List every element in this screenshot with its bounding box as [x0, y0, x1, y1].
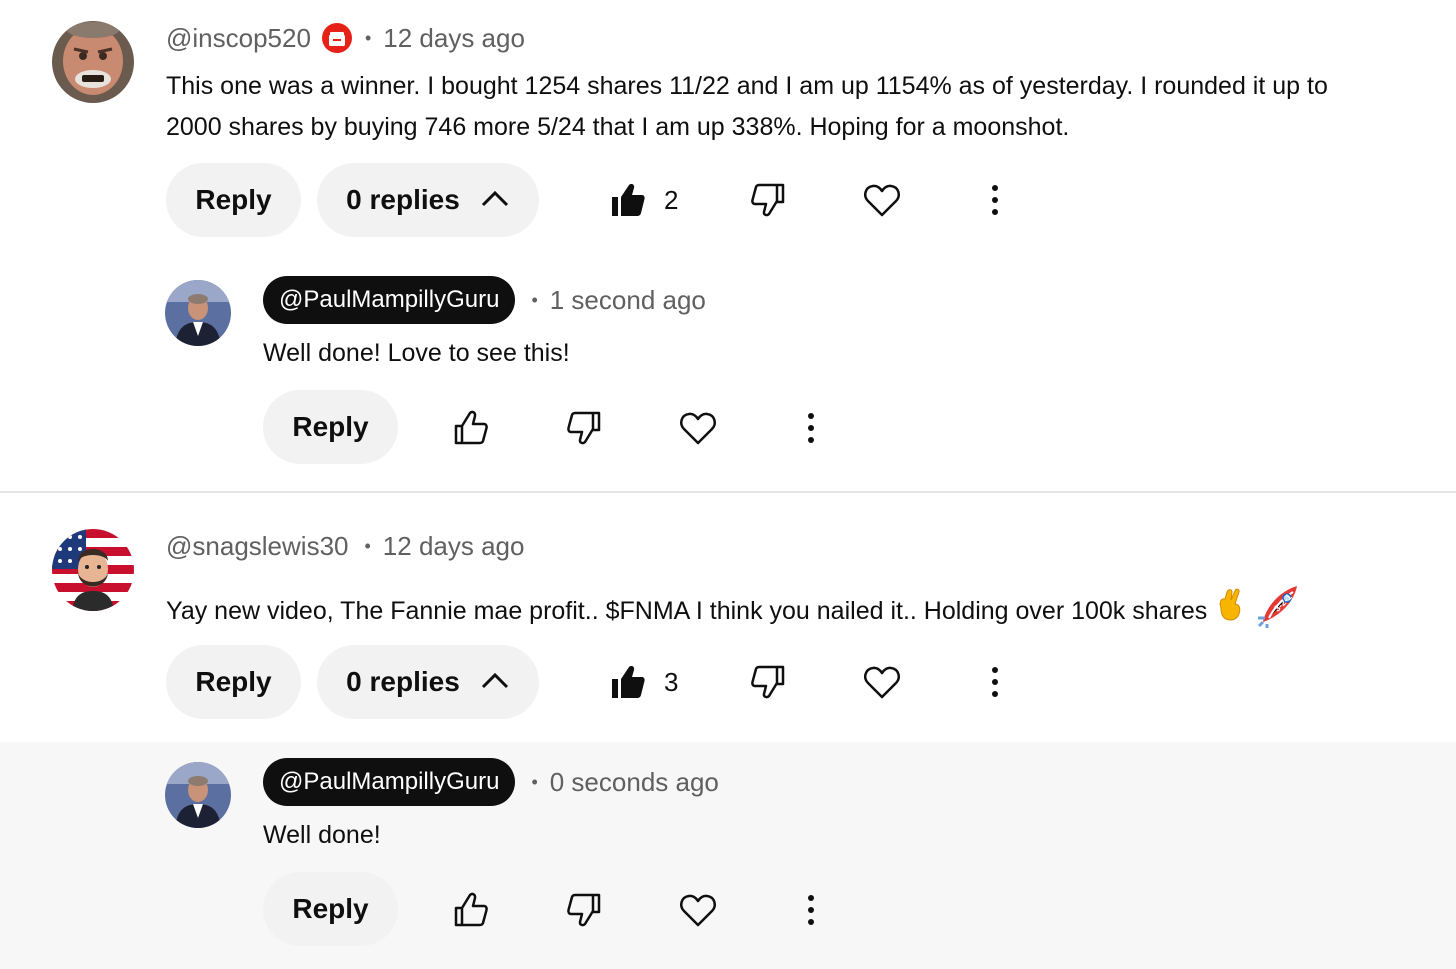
avatar-image	[52, 529, 134, 611]
thumbs-down-icon	[748, 662, 788, 702]
reply-button[interactable]: Reply	[263, 872, 398, 946]
separator-dot: •	[531, 771, 538, 792]
reply-text: Well done! Love to see this!	[263, 339, 570, 367]
avatar-inscop520[interactable]	[52, 21, 134, 103]
like-count: 2	[664, 184, 679, 215]
reply-actions: Reply	[263, 390, 398, 464]
heart-button[interactable]	[862, 180, 902, 220]
comment-text-line: This one was a winner. I bought 1254 sha…	[166, 72, 1328, 100]
more-vertical-icon	[791, 890, 831, 930]
like-count: 3	[664, 666, 679, 697]
thumbs-down-icon	[564, 890, 604, 930]
reply-button[interactable]: Reply	[166, 645, 301, 719]
more-actions-button[interactable]	[791, 890, 831, 930]
heart-button[interactable]	[678, 890, 718, 930]
more-actions-button[interactable]	[975, 662, 1015, 702]
replies-label: 0 replies	[346, 184, 460, 215]
comment-actions: Reply 0 replies	[166, 163, 539, 237]
comment-time[interactable]: 12 days ago	[383, 531, 525, 562]
reply-text: Well done!	[263, 821, 381, 849]
thread-divider	[0, 491, 1456, 493]
heart-button[interactable]	[678, 408, 718, 448]
avatar-image	[165, 280, 231, 346]
avatar-paulmampillyguru[interactable]	[165, 762, 231, 828]
comment-meta: @snagslewis30 • 12 days ago	[166, 526, 524, 566]
dislike-button[interactable]	[564, 408, 604, 448]
reply-button[interactable]: Reply	[166, 163, 301, 237]
avatar-snagslewis30[interactable]	[52, 529, 134, 611]
reply-actions: Reply	[263, 872, 398, 946]
replies-toggle-button[interactable]: 0 replies	[317, 163, 539, 237]
more-vertical-icon	[975, 662, 1015, 702]
chevron-up-icon	[480, 184, 510, 216]
reply-time[interactable]: 1 second ago	[550, 285, 706, 316]
comment-text-line: 2000 shares by buying 746 more 5/24 that…	[166, 113, 1070, 141]
rocket-3-2-1-icon: 3-2-1	[1255, 580, 1305, 643]
comment-meta: @inscop520 • 12 days ago	[166, 18, 525, 58]
more-actions-button[interactable]	[791, 408, 831, 448]
comment-text: This one was a winner. I bought 1254 sha…	[166, 66, 1426, 148]
dislike-button[interactable]	[748, 180, 788, 220]
avatar-image	[165, 762, 231, 828]
author-handle[interactable]: @snagslewis30	[166, 531, 348, 562]
heart-button[interactable]	[862, 662, 902, 702]
separator-dot: •	[364, 27, 372, 48]
more-vertical-icon	[975, 180, 1015, 220]
gift-member-icon	[321, 22, 353, 54]
more-vertical-icon	[791, 408, 831, 448]
creator-handle-badge[interactable]: @PaulMampillyGuru	[263, 276, 516, 324]
comment-actions: Reply 0 replies	[166, 645, 539, 719]
heart-icon	[678, 408, 718, 448]
author-handle[interactable]: @inscop520	[166, 23, 311, 54]
comment-text-content: Yay new video, The Fannie mae profit.. $…	[166, 597, 1208, 625]
dislike-button[interactable]	[564, 890, 604, 930]
like-button[interactable]	[451, 890, 491, 930]
heart-icon	[862, 662, 902, 702]
like-button[interactable]	[451, 408, 491, 448]
thumbs-up-filled-icon	[608, 180, 648, 220]
reply-time[interactable]: 0 seconds ago	[550, 767, 719, 798]
heart-icon	[862, 180, 902, 220]
comment-time[interactable]: 12 days ago	[383, 23, 525, 54]
separator-dot: •	[364, 535, 371, 556]
avatar-paulmampillyguru[interactable]	[165, 280, 231, 346]
thumbs-down-icon	[564, 408, 604, 448]
chevron-up-icon	[480, 666, 510, 698]
heart-icon	[678, 890, 718, 930]
avatar-image	[52, 21, 134, 103]
thumbs-up-filled-icon	[608, 662, 648, 702]
like-button[interactable]: 2	[608, 180, 678, 220]
crossed-fingers-icon	[1215, 588, 1245, 635]
replies-label: 0 replies	[346, 666, 460, 697]
thumbs-up-icon	[451, 408, 491, 448]
creator-handle-badge[interactable]: @PaulMampillyGuru	[263, 758, 516, 806]
replies-toggle-button[interactable]: 0 replies	[317, 645, 539, 719]
separator-dot: •	[531, 289, 538, 310]
like-button[interactable]: 3	[608, 662, 678, 702]
thumbs-up-icon	[451, 890, 491, 930]
reply-meta: @PaulMampillyGuru • 0 seconds ago	[263, 758, 719, 806]
comment-text: Yay new video, The Fannie mae profit.. $…	[166, 580, 1426, 643]
thumbs-down-icon	[748, 180, 788, 220]
reply-meta: @PaulMampillyGuru • 1 second ago	[263, 276, 706, 324]
dislike-button[interactable]	[748, 662, 788, 702]
reply-button[interactable]: Reply	[263, 390, 398, 464]
more-actions-button[interactable]	[975, 180, 1015, 220]
